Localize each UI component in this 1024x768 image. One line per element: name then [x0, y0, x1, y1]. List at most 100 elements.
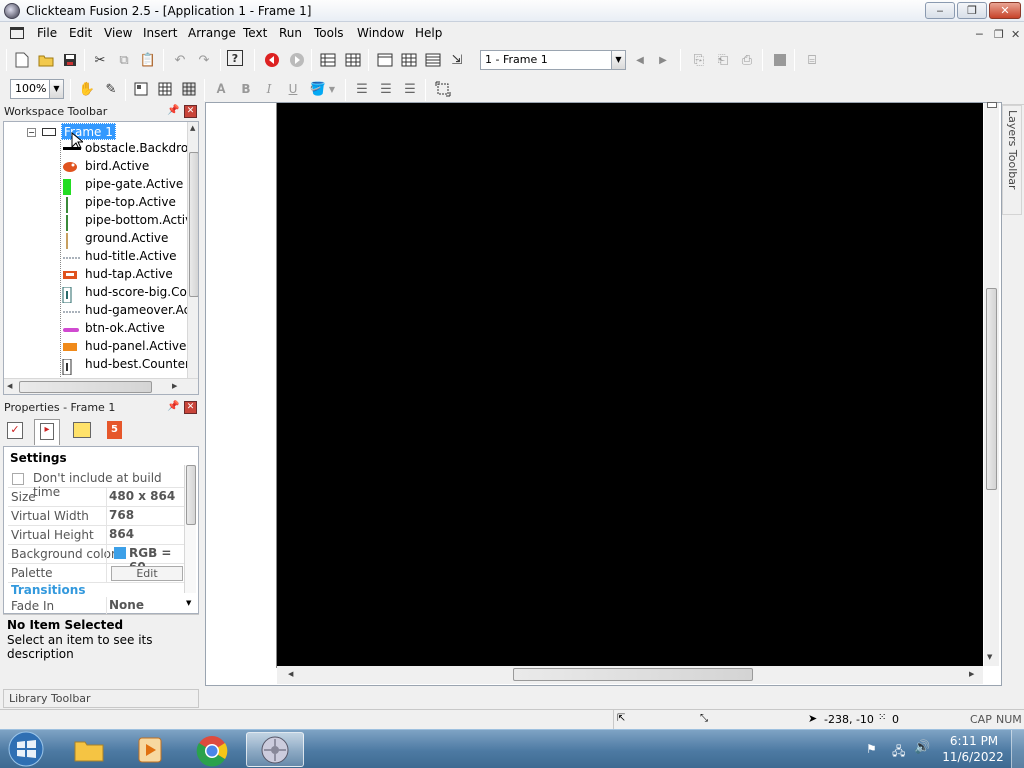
close-icon[interactable]: ✕	[184, 105, 197, 118]
dont-include-checkbox[interactable]	[12, 473, 24, 485]
minimize-button[interactable]: ‒	[925, 2, 955, 19]
open-folder-icon[interactable]	[36, 50, 56, 70]
props-vscrollbar[interactable]	[184, 465, 196, 593]
library-toolbar-tab[interactable]: Library Toolbar	[3, 689, 199, 708]
start-button[interactable]	[4, 730, 48, 768]
close-button[interactable]: ✕	[989, 2, 1021, 19]
save-icon[interactable]	[60, 50, 80, 70]
mdi-restore-button[interactable]: ❐	[994, 28, 1004, 41]
pin-icon[interactable]: 📌	[167, 401, 179, 412]
chevron-down-icon[interactable]: ▼	[186, 599, 191, 607]
chevron-down-icon[interactable]: ▼	[49, 80, 63, 98]
forward-icon[interactable]	[287, 50, 307, 70]
frame-canvas[interactable]	[277, 103, 983, 666]
volume-icon[interactable]: 🔊	[914, 740, 930, 755]
align-right-icon[interactable]: ☰	[400, 79, 420, 99]
menu-run[interactable]: Run	[279, 26, 302, 40]
menu-arrange[interactable]: Arrange	[188, 26, 236, 40]
editor-hscrollbar[interactable]: ◀ ▶	[277, 666, 983, 684]
property-row[interactable]: Virtual Width 768	[8, 507, 184, 526]
chevron-down-icon[interactable]: ▼	[327, 79, 337, 99]
scroll-right-icon[interactable]: ▶	[969, 670, 974, 678]
bold-button[interactable]: B	[236, 79, 256, 99]
test-run-icon[interactable]: ⌸	[802, 50, 822, 70]
underline-button[interactable]: U	[283, 79, 303, 99]
fit-frame-icon[interactable]	[433, 79, 453, 99]
italic-button[interactable]: I	[259, 79, 279, 99]
storyboard-editor-icon[interactable]	[318, 50, 338, 70]
property-row[interactable]: Background colorRGB = 60,	[8, 545, 184, 574]
tree-root-frame[interactable]: Frame 1	[61, 123, 116, 140]
clock-time[interactable]: 6:11 PM	[945, 734, 1003, 748]
font-icon[interactable]: 𝐀	[211, 79, 231, 99]
zoom-combo[interactable]: 100% ▼	[10, 79, 64, 99]
bg-color-swatch[interactable]	[114, 547, 126, 559]
menu-view[interactable]: View	[104, 26, 132, 40]
frame-editor-icon[interactable]	[375, 50, 395, 70]
back-icon[interactable]	[262, 50, 282, 70]
tab-settings-icon[interactable]: ✓	[7, 422, 23, 439]
event-list-icon[interactable]	[343, 50, 363, 70]
property-row[interactable]: Palette Edit	[8, 564, 184, 583]
property-row[interactable]: Size 480 x 864	[8, 488, 184, 507]
next-frame-icon[interactable]: ▶	[653, 50, 673, 70]
stop-icon[interactable]	[770, 50, 790, 70]
frame-menu-icon[interactable]	[10, 27, 24, 39]
undo-icon[interactable]: ↶	[170, 50, 190, 70]
snap-grid-icon[interactable]	[155, 79, 175, 99]
menu-window[interactable]: Window	[357, 26, 404, 40]
mdi-close-button[interactable]: ✕	[1011, 28, 1020, 41]
scroll-down-icon[interactable]: ▼	[987, 653, 992, 661]
align-left-icon[interactable]: ☰	[352, 79, 372, 99]
pin-icon[interactable]: 📌	[167, 105, 179, 116]
property-row[interactable]: Virtual Height 864	[8, 526, 184, 545]
close-icon[interactable]: ✕	[184, 401, 197, 414]
cut-icon[interactable]: ✂	[90, 50, 110, 70]
data-elements-icon[interactable]: ⇲	[447, 50, 467, 70]
scroll-left-icon[interactable]: ◀	[7, 382, 12, 390]
event-list-editor-icon[interactable]	[423, 50, 443, 70]
palette-edit-button[interactable]: Edit	[111, 566, 183, 581]
menu-file[interactable]: File	[37, 26, 57, 40]
scroll-left-icon[interactable]: ◀	[288, 670, 293, 678]
tab-about-icon[interactable]	[73, 422, 91, 438]
collapse-icon[interactable]: −	[27, 128, 36, 137]
paste-icon[interactable]: 📋	[138, 50, 158, 70]
taskbar-chrome[interactable]	[182, 732, 240, 767]
scroll-thumb[interactable]	[186, 465, 196, 525]
menu-text[interactable]: Text	[243, 26, 267, 40]
show-desktop-button[interactable]	[1011, 730, 1024, 768]
scroll-right-icon[interactable]: ▶	[172, 382, 177, 390]
mdi-minimize-button[interactable]: ─	[976, 28, 983, 41]
align-center-icon[interactable]: ☰	[376, 79, 396, 99]
event-editor-icon[interactable]	[399, 50, 419, 70]
scroll-thumb[interactable]	[189, 152, 198, 297]
help-icon[interactable]: ?	[227, 50, 243, 66]
scroll-up-icon[interactable]: ▲	[190, 124, 195, 132]
scroll-thumb[interactable]	[986, 288, 997, 490]
fill-color-icon[interactable]: 🪣	[308, 79, 328, 99]
show-grid-icon[interactable]	[131, 79, 151, 99]
chevron-down-icon[interactable]: ▼	[611, 51, 625, 69]
tree-hscrollbar[interactable]: ◀ ▶	[4, 378, 198, 394]
frame-selector-combo[interactable]: 1 - Frame 1 ▼	[480, 50, 626, 70]
layers-toolbar-tab[interactable]: Layers Toolbar	[1002, 105, 1022, 215]
hand-icon[interactable]: ✋	[77, 79, 97, 99]
prev-frame-icon[interactable]: ◀	[630, 50, 650, 70]
app-icon[interactable]	[4, 3, 20, 19]
align-icon[interactable]: ⎙	[737, 50, 757, 70]
network-icon[interactable]: 🖧	[892, 742, 905, 763]
action-center-icon[interactable]: ⚑	[866, 742, 877, 756]
menu-edit[interactable]: Edit	[69, 26, 92, 40]
copy-icon[interactable]: ⧉	[114, 50, 134, 70]
editor-vscrollbar[interactable]: ▼	[984, 102, 999, 666]
scroll-thumb[interactable]	[19, 381, 152, 393]
to-front-icon[interactable]: ⎘	[689, 50, 709, 70]
menu-insert[interactable]: Insert	[143, 26, 177, 40]
taskbar-clickteam-fusion[interactable]	[246, 732, 304, 767]
restore-button[interactable]: ❐	[957, 2, 987, 19]
clock-date[interactable]: 11/6/2022	[940, 750, 1006, 764]
tree-vscrollbar[interactable]: ▲	[187, 122, 198, 378]
taskbar-media-player[interactable]	[121, 732, 179, 767]
edit-mode-icon[interactable]: ✎	[101, 79, 121, 99]
